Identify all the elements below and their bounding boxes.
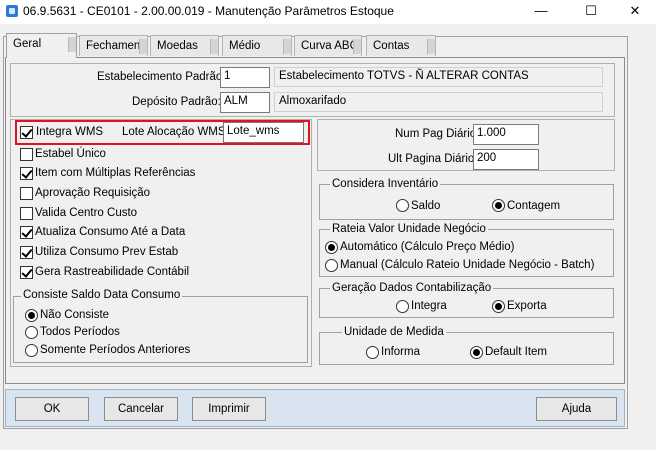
tab-fechamento[interactable]: Fechamento	[79, 35, 148, 56]
tab-divider	[283, 39, 291, 54]
title-bar: 06.9.5631 - CE0101 - 2.00.00.019 - Manut…	[0, 0, 656, 24]
minimize-button[interactable]: —	[518, 0, 564, 24]
tab-divider	[68, 37, 76, 52]
tab-divider	[353, 39, 361, 54]
automatico-radio[interactable]	[325, 241, 338, 254]
contabilizacao-title: Geração Dados Contabilização	[330, 282, 494, 294]
window-title: 06.9.5631 - CE0101 - 2.00.00.019 - Manut…	[23, 4, 394, 18]
tab-curva-abc[interactable]: Curva ABC	[294, 35, 362, 56]
consumo-prev-estab-checkbox[interactable]	[20, 246, 33, 259]
integra-wms-checkbox[interactable]	[20, 126, 33, 139]
aprovacao-requisicao-checkbox[interactable]	[20, 187, 33, 200]
default-item-radio[interactable]	[470, 346, 483, 359]
close-button[interactable]: ✕	[612, 0, 656, 24]
multiplas-referencias-checkbox[interactable]	[20, 167, 33, 180]
integra-label: Integra	[411, 300, 447, 312]
exporta-radio[interactable]	[492, 300, 505, 313]
tab-label: Moedas	[157, 40, 198, 52]
tab-label: Curva ABC	[301, 40, 358, 52]
integra-wms-label: Integra WMS	[36, 126, 104, 138]
num-pag-label: Num Pag Diário:	[395, 128, 480, 140]
rastreabilidade-contabil-label: Gera Rastreabilidade Contábil	[35, 266, 190, 278]
maximize-button[interactable]: ☐	[568, 0, 614, 24]
tab-label: Médio	[229, 40, 261, 52]
informa-label: Informa	[381, 346, 420, 358]
tab-divider	[210, 39, 218, 54]
estabelecimento-label: Estabelecimento Padrão:	[97, 71, 226, 83]
estabelecimento-input[interactable]: 1	[220, 67, 270, 88]
consumo-prev-estab-label: Utiliza Consumo Prev Estab	[35, 246, 179, 258]
lote-alocacao-label: Lote Alocação WMS:	[122, 126, 229, 138]
multiplas-referencias-label: Item com Múltiplas Referências	[35, 167, 196, 179]
saldo-radio[interactable]	[396, 199, 409, 212]
deposito-input[interactable]: ALM	[220, 92, 270, 113]
rateia-valor-title: Rateia Valor Unidade Negócio	[330, 223, 488, 235]
aprovacao-requisicao-label: Aprovação Requisição	[35, 187, 151, 199]
button-bar	[5, 389, 625, 427]
exporta-label: Exporta	[507, 300, 547, 312]
nao-consiste-radio[interactable]	[25, 309, 38, 322]
lote-alocacao-input[interactable]: Lote_wms	[223, 122, 304, 143]
estabel-unico-label: Estabel Único	[35, 148, 106, 160]
contagem-radio[interactable]	[492, 199, 505, 212]
estabel-unico-checkbox[interactable]	[20, 148, 33, 161]
manual-label: Manual (Cálculo Rateio Unidade Negócio -…	[340, 259, 595, 271]
consiste-saldo-title: Consiste Saldo Data Consumo	[21, 289, 183, 301]
tab-geral[interactable]: Geral	[6, 33, 77, 58]
tab-moedas[interactable]: Moedas	[150, 35, 219, 56]
deposito-label: Depósito Padrão:	[132, 96, 221, 108]
ult-pag-label: Ult Pagina Diário:	[388, 153, 478, 165]
rastreabilidade-contabil-checkbox[interactable]	[20, 266, 33, 279]
deposito-description: Almoxarifado	[274, 92, 603, 112]
informa-radio[interactable]	[366, 346, 379, 359]
todos-periodos-radio[interactable]	[25, 326, 38, 339]
help-button[interactable]: Ajuda	[536, 397, 617, 421]
app-icon	[6, 5, 18, 17]
todos-periodos-label: Todos Períodos	[40, 326, 120, 338]
tab-label: Contas	[373, 40, 410, 52]
atualiza-consumo-checkbox[interactable]	[20, 226, 33, 239]
valida-centro-custo-label: Valida Centro Custo	[35, 207, 138, 219]
ok-button[interactable]: OK	[15, 397, 89, 421]
ult-pag-input[interactable]: 200	[473, 149, 539, 170]
valida-centro-custo-checkbox[interactable]	[20, 207, 33, 220]
unidade-medida-title: Unidade de Medida	[342, 326, 446, 338]
manual-radio[interactable]	[325, 259, 338, 272]
automatico-label: Automático (Cálculo Preço Médio)	[340, 241, 515, 253]
estabelecimento-description: Estabelecimento TOTVS - Ñ ALTERAR CONTAS	[274, 67, 603, 87]
tab-medio[interactable]: Médio	[222, 35, 292, 56]
periodos-anteriores-label: Somente Períodos Anteriores	[40, 344, 191, 356]
default-item-label: Default Item	[485, 346, 547, 358]
nao-consiste-label: Não Consiste	[40, 309, 110, 321]
atualiza-consumo-label: Atualiza Consumo Até a Data	[35, 226, 186, 238]
print-button[interactable]: Imprimir	[192, 397, 266, 421]
periodos-anteriores-radio[interactable]	[25, 344, 38, 357]
saldo-label: Saldo	[411, 200, 441, 212]
contagem-label: Contagem	[507, 200, 561, 212]
num-pag-input[interactable]: 1.000	[473, 124, 539, 145]
tab-divider	[427, 39, 435, 54]
tab-contas[interactable]: Contas	[366, 35, 436, 56]
tab-label: Geral	[13, 38, 42, 50]
cancel-button[interactable]: Cancelar	[104, 397, 178, 421]
tab-divider	[139, 39, 147, 54]
considera-inventario-title: Considera Inventário	[330, 178, 441, 190]
integra-radio[interactable]	[396, 300, 409, 313]
